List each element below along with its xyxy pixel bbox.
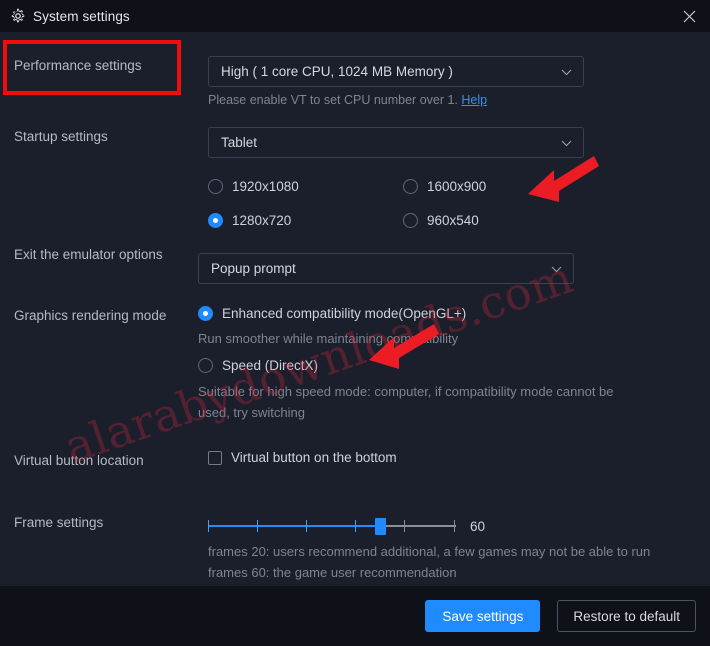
slider-tick [404, 520, 405, 532]
radio-icon[interactable] [198, 358, 213, 373]
slider-tick [257, 520, 258, 532]
slider-tick [306, 520, 307, 532]
resolution-option-0[interactable]: 1920x1080 [208, 169, 403, 203]
row-startup-settings: Startup settings Tablet 1920x1080 1600x9… [0, 127, 710, 237]
row-exit-options: Exit the emulator options Popup prompt [0, 245, 710, 284]
chevron-down-icon [551, 266, 562, 272]
resolution-label: 960x540 [427, 212, 479, 228]
help-link[interactable]: Help [461, 93, 487, 107]
slider-handle[interactable] [375, 518, 386, 535]
radio-icon-selected[interactable] [198, 306, 213, 321]
row-frame-settings: Frame settings 60 frames 20: users recom… [0, 509, 710, 586]
save-settings-button[interactable]: Save settings [425, 600, 541, 632]
virtual-button-checkbox-label: Virtual button on the bottom [231, 450, 397, 465]
frame-slider-row: 60 [208, 511, 696, 541]
resolution-label: 1920x1080 [232, 178, 299, 194]
frame-desc-line-2: frames 60: the game user recommendation [208, 565, 457, 580]
label-graphics-mode: Graphics rendering mode [14, 308, 167, 323]
performance-select[interactable]: High ( 1 core CPU, 1024 MB Memory ) [208, 56, 584, 87]
frame-slider-value: 60 [470, 518, 486, 534]
frame-desc-line-1: frames 20: users recommend additional, a… [208, 544, 651, 559]
chevron-down-icon [561, 69, 572, 75]
radio-icon-selected[interactable] [208, 212, 223, 228]
row-virtual-button: Virtual button location Virtual button o… [0, 450, 710, 471]
footer-bar: Save settings Restore to default [0, 586, 710, 646]
virtual-button-checkbox-row[interactable]: Virtual button on the bottom [208, 450, 696, 465]
graphics-option-enhanced-desc: Run smoother while maintaining compatibi… [198, 331, 459, 346]
radio-icon[interactable] [403, 178, 418, 194]
graphics-option-speed[interactable]: Speed (DirectX) [198, 358, 696, 373]
checkbox-icon[interactable] [208, 450, 222, 465]
label-exit-options: Exit the emulator options [14, 247, 163, 262]
resolution-option-2[interactable]: 1280x720 [208, 203, 403, 237]
row-graphics-mode: Graphics rendering mode Enhanced compati… [0, 306, 710, 423]
row-performance-settings: Performance settings High ( 1 core CPU, … [0, 56, 710, 109]
close-icon [683, 10, 695, 22]
slider-tick [454, 520, 455, 532]
graphics-option-speed-label: Speed (DirectX) [222, 358, 319, 373]
exit-option-select[interactable]: Popup prompt [198, 253, 574, 284]
label-virtual-button: Virtual button location [14, 453, 144, 468]
resolution-option-3[interactable]: 960x540 [403, 203, 598, 237]
exit-option-select-value: Popup prompt [211, 261, 296, 276]
slider-tick [208, 520, 209, 532]
gear-icon [10, 8, 26, 24]
resolution-label: 1280x720 [232, 212, 292, 228]
performance-hint: Please enable VT to set CPU number over … [208, 92, 696, 109]
startup-select[interactable]: Tablet [208, 127, 584, 158]
radio-icon[interactable] [208, 178, 223, 194]
frame-slider[interactable] [208, 516, 456, 536]
close-button[interactable] [668, 0, 710, 32]
settings-content: Performance settings High ( 1 core CPU, … [0, 32, 710, 586]
graphics-option-enhanced-label: Enhanced compatibility mode(OpenGL+) [222, 306, 467, 321]
graphics-option-speed-desc: Suitable for high speed mode: computer, … [198, 384, 614, 420]
chevron-down-icon [561, 140, 572, 146]
label-performance-settings: Performance settings [14, 58, 142, 73]
performance-hint-text: Please enable VT to set CPU number over … [208, 93, 458, 107]
window-title: System settings [33, 8, 130, 24]
startup-select-value: Tablet [221, 135, 258, 150]
graphics-option-enhanced[interactable]: Enhanced compatibility mode(OpenGL+) [198, 306, 696, 321]
label-startup-settings: Startup settings [14, 129, 108, 144]
resolution-option-1[interactable]: 1600x900 [403, 169, 598, 203]
title-bar: System settings [0, 0, 710, 33]
radio-icon[interactable] [403, 212, 418, 228]
restore-default-button[interactable]: Restore to default [557, 600, 696, 632]
slider-tick [355, 520, 356, 532]
resolution-radio-group: 1920x1080 1600x900 1280x720 960x540 [208, 169, 598, 237]
resolution-label: 1600x900 [427, 178, 487, 194]
performance-select-value: High ( 1 core CPU, 1024 MB Memory ) [221, 64, 453, 79]
label-frame-settings: Frame settings [14, 515, 104, 530]
